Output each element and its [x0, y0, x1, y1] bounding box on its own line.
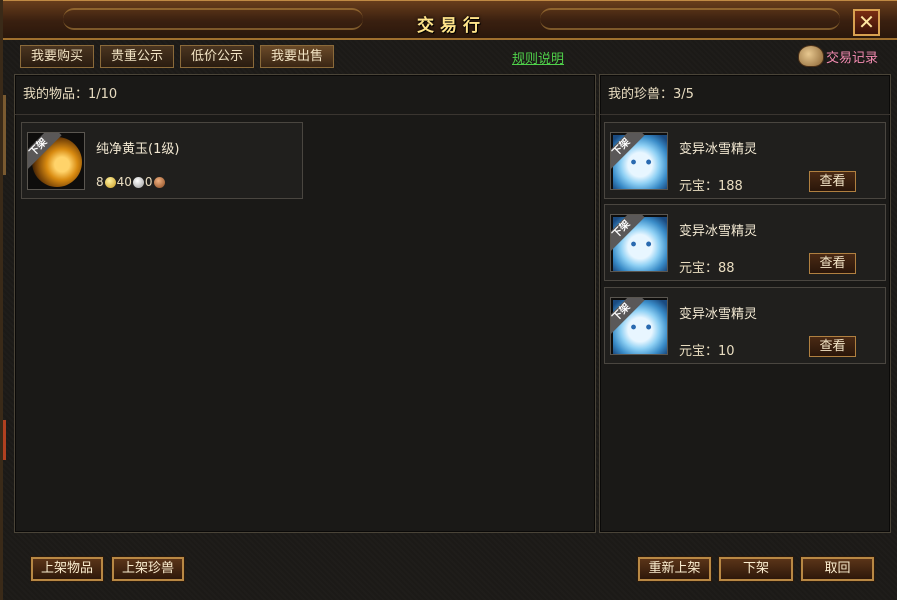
pet-icon-slot[interactable]: 下架: [610, 214, 668, 272]
view-pet-button[interactable]: 查看: [809, 336, 856, 357]
pet-name: 变异冰雪精灵: [679, 142, 758, 157]
gold-coin-icon: [104, 176, 116, 188]
pet-card[interactable]: 下架 变异冰雪精灵 元宝：10 查看: [604, 287, 886, 364]
trade-log-label: 交易记录: [826, 50, 879, 66]
pet-price: 元宝：10: [679, 340, 735, 359]
copper-amount: 0: [144, 175, 153, 189]
pet-icon-slot[interactable]: 下架: [610, 297, 668, 355]
trade-house-window: 交易行 ✕ 我要购买 贵重公示 低价公示 我要出售 规则说明 交易记录 我的物品…: [0, 0, 897, 600]
my-items-panel: 我的物品：1/10 下架 纯净黄玉(1级) 8 40 0: [14, 74, 596, 533]
side-decoration: [3, 95, 6, 175]
ingot-label: 元宝：: [679, 344, 719, 359]
retrieve-button[interactable]: 取回: [801, 557, 874, 581]
silver-coin-icon: [132, 176, 144, 188]
ingot-amount: 88: [718, 261, 735, 276]
tab-buy[interactable]: 我要购买: [20, 45, 95, 68]
ingot-amount: 188: [718, 179, 743, 194]
title-bar: 交易行 ✕: [3, 0, 897, 40]
ingot-label: 元宝：: [679, 179, 719, 194]
tab-bar: 我要购买 贵重公示 低价公示 我要出售: [20, 45, 335, 68]
relist-button[interactable]: 重新上架: [638, 557, 711, 581]
side-decoration-red: [3, 420, 6, 460]
ingot-label: 元宝：: [679, 261, 719, 276]
pet-name: 变异冰雪精灵: [679, 224, 758, 239]
my-pets-panel: 我的珍兽：3/5 下架 变异冰雪精灵 元宝：188 查看 下架 变异冰雪精灵 元…: [599, 74, 891, 533]
item-card[interactable]: 下架 纯净黄玉(1级) 8 40 0: [21, 122, 303, 199]
pet-icon-slot[interactable]: 下架: [610, 132, 668, 190]
trade-log-button[interactable]: 交易记录: [798, 45, 878, 67]
silver-amount: 40: [116, 175, 132, 189]
view-pet-button[interactable]: 查看: [809, 253, 856, 274]
item-name: 纯净黄玉(1级): [96, 142, 180, 157]
item-icon-slot[interactable]: 下架: [27, 132, 85, 190]
view-pet-button[interactable]: 查看: [809, 171, 856, 192]
tab-sell[interactable]: 我要出售: [260, 45, 335, 68]
my-pets-header: 我的珍兽：3/5: [600, 75, 890, 115]
tab-valuable-notice[interactable]: 贵重公示: [100, 45, 175, 68]
pet-price: 元宝：188: [679, 175, 743, 194]
item-price: 8 40 0: [96, 175, 166, 189]
pet-card[interactable]: 下架 变异冰雪精灵 元宝：188 查看: [604, 122, 886, 199]
list-item-button[interactable]: 上架物品: [31, 557, 103, 581]
my-items-header: 我的物品：1/10: [15, 75, 595, 115]
pet-price: 元宝：88: [679, 257, 735, 276]
pet-name: 变异冰雪精灵: [679, 307, 758, 322]
ingot-amount: 10: [718, 344, 735, 359]
pet-card[interactable]: 下架 变异冰雪精灵 元宝：88 查看: [604, 204, 886, 281]
list-pet-button[interactable]: 上架珍兽: [112, 557, 184, 581]
tab-lowprice-notice[interactable]: 低价公示: [180, 45, 255, 68]
rules-link[interactable]: 规则说明: [512, 48, 564, 67]
window-title: 交易行: [417, 16, 486, 36]
scroll-icon: [798, 45, 824, 67]
copper-coin-icon: [153, 176, 165, 188]
delist-button[interactable]: 下架: [719, 557, 793, 581]
gold-amount: 8: [96, 175, 104, 189]
close-button[interactable]: ✕: [853, 9, 880, 36]
